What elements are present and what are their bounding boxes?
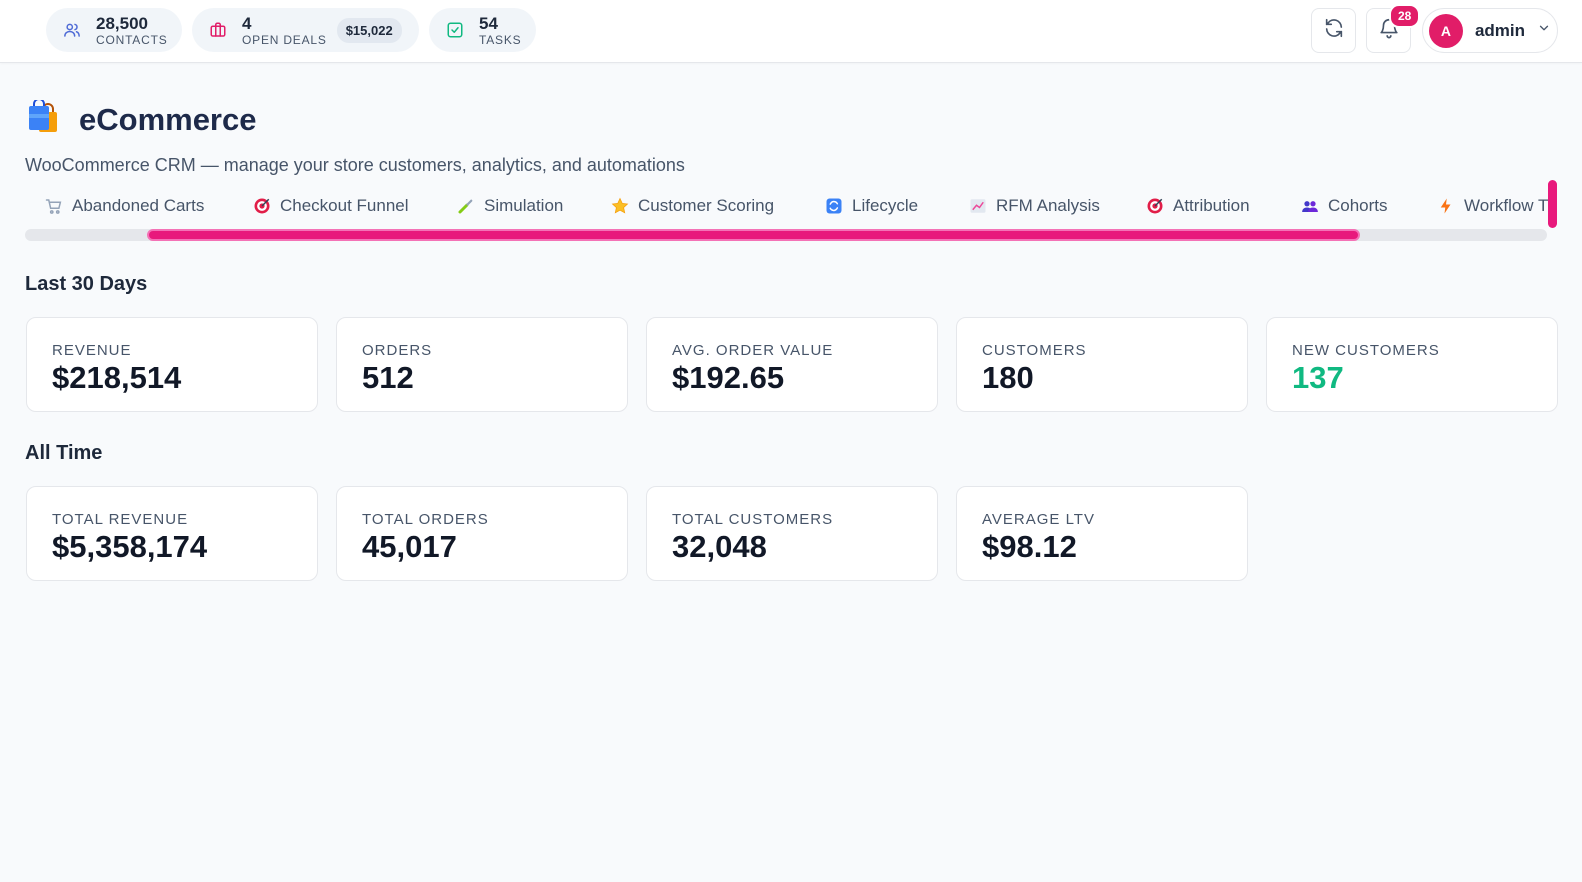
kpi-card-revenue: REVENUE $218,514 [26, 317, 318, 412]
briefcase-icon [208, 20, 228, 40]
top-bar: 28,500 CONTACTS 4 OPEN DEALS $15,022 54 … [0, 0, 1582, 63]
contacts-count: 28,500 [96, 13, 148, 33]
kpi-value: 137 [1292, 360, 1344, 395]
chevron-down-icon [1537, 21, 1551, 40]
refresh-icon [825, 197, 843, 215]
kpi-label: TOTAL ORDERS [362, 511, 489, 528]
kpi-value: 512 [362, 360, 414, 395]
kpi-label: CUSTOMERS [982, 342, 1087, 359]
target-icon [253, 197, 271, 215]
tab-label: Checkout Funnel [280, 196, 409, 215]
kpi-value: $192.65 [672, 360, 785, 395]
kpi-value: 180 [982, 360, 1034, 395]
kpi-value: 32,048 [672, 529, 767, 564]
tab-label: Simulation [484, 196, 564, 215]
tab-label: RFM Analysis [996, 196, 1100, 215]
vertical-scrollbar-thumb[interactable] [1548, 180, 1557, 228]
tab-checkout-funnel[interactable]: Checkout Funnel [253, 190, 409, 222]
tab-label: Abandoned Carts [72, 196, 205, 215]
target-icon [1146, 197, 1164, 215]
feature-tabs: Abandoned Carts Checkout Funnel Simulati… [25, 190, 1550, 222]
cart-icon [45, 197, 63, 215]
kpi-card-avg-order-value: AVG. ORDER VALUE $192.65 [646, 317, 938, 412]
shopping-bags-icon [25, 98, 61, 139]
tasks-count: 54 [479, 13, 498, 33]
tab-rfm-analysis[interactable]: RFM Analysis [969, 190, 1100, 222]
tab-cohorts[interactable]: Cohorts [1301, 190, 1388, 222]
contacts-label: CONTACTS [96, 32, 168, 47]
kpi-card-total-orders: TOTAL ORDERS 45,017 [336, 486, 628, 581]
kpi-label: REVENUE [52, 342, 132, 359]
kpi-card-average-ltv: AVERAGE LTV $98.12 [956, 486, 1248, 581]
notification-count-badge: 28 [1389, 4, 1421, 28]
check-square-icon [445, 20, 465, 40]
lightning-icon [1437, 197, 1455, 215]
tasks-stat[interactable]: 54 TASKS [429, 8, 536, 52]
kpi-label: NEW CUSTOMERS [1292, 342, 1440, 359]
tab-label: Cohorts [1328, 196, 1388, 215]
kpi-value: $5,358,174 [52, 529, 208, 564]
page-subtitle: WooCommerce CRM — manage your store cust… [25, 155, 685, 175]
tab-simulation[interactable]: Simulation [457, 190, 563, 222]
tab-customer-scoring[interactable]: Customer Scoring [611, 190, 774, 222]
kpi-card-orders: ORDERS 512 [336, 317, 628, 412]
refresh-button[interactable] [1311, 8, 1356, 53]
kpi-label: AVERAGE LTV [982, 511, 1095, 528]
kpi-card-total-revenue: TOTAL REVENUE $5,358,174 [26, 486, 318, 581]
tab-lifecycle[interactable]: Lifecycle [825, 190, 918, 222]
kpi-value: 45,017 [362, 529, 457, 564]
notifications-button[interactable]: 28 [1366, 4, 1421, 53]
tab-label: Attribution [1173, 196, 1250, 215]
contacts-icon [62, 20, 82, 40]
section-title-last-30-days: Last 30 Days [25, 273, 148, 295]
open-deals-stat[interactable]: 4 OPEN DEALS $15,022 [192, 8, 419, 52]
page-title: eCommerce [79, 101, 257, 137]
kpi-value: $98.12 [982, 529, 1077, 564]
open-deals-count: 4 [242, 13, 252, 33]
open-deals-label: OPEN DEALS [242, 32, 327, 47]
chart-icon [969, 197, 987, 215]
star-icon [611, 197, 629, 215]
kpi-label: TOTAL REVENUE [52, 511, 189, 528]
kpi-value: $218,514 [52, 360, 182, 395]
user-menu[interactable]: A admin [1422, 8, 1558, 53]
deals-amount-badge: $15,022 [336, 17, 402, 43]
section-title-all-time: All Time [25, 442, 103, 464]
kpi-card-customers: CUSTOMERS 180 [956, 317, 1248, 412]
tasks-label: TASKS [479, 32, 522, 47]
refresh-icon [1323, 17, 1345, 44]
kpi-label: TOTAL CUSTOMERS [672, 511, 834, 528]
kpi-label: ORDERS [362, 342, 433, 359]
tab-label: Lifecycle [852, 196, 919, 215]
kpi-card-new-customers: NEW CUSTOMERS 137 [1266, 317, 1558, 412]
tab-label: Customer Scoring [638, 196, 775, 215]
tab-workflow[interactable]: Workflow T [1437, 190, 1548, 222]
kpi-label: AVG. ORDER VALUE [672, 342, 834, 359]
tab-abandoned-carts[interactable]: Abandoned Carts [45, 190, 204, 222]
tabs-scrollbar-thumb[interactable] [147, 229, 1360, 241]
user-name: admin [1474, 20, 1525, 40]
pipette-icon [457, 197, 475, 215]
avatar: A [1429, 13, 1463, 48]
kpi-card-total-customers: TOTAL CUSTOMERS 32,048 [646, 486, 938, 581]
page-header: eCommerce [25, 98, 257, 139]
contacts-stat[interactable]: 28,500 CONTACTS [46, 8, 182, 52]
people-icon [1301, 197, 1319, 215]
tab-attribution[interactable]: Attribution [1146, 190, 1250, 222]
tab-label: Workflow T [1464, 196, 1549, 215]
